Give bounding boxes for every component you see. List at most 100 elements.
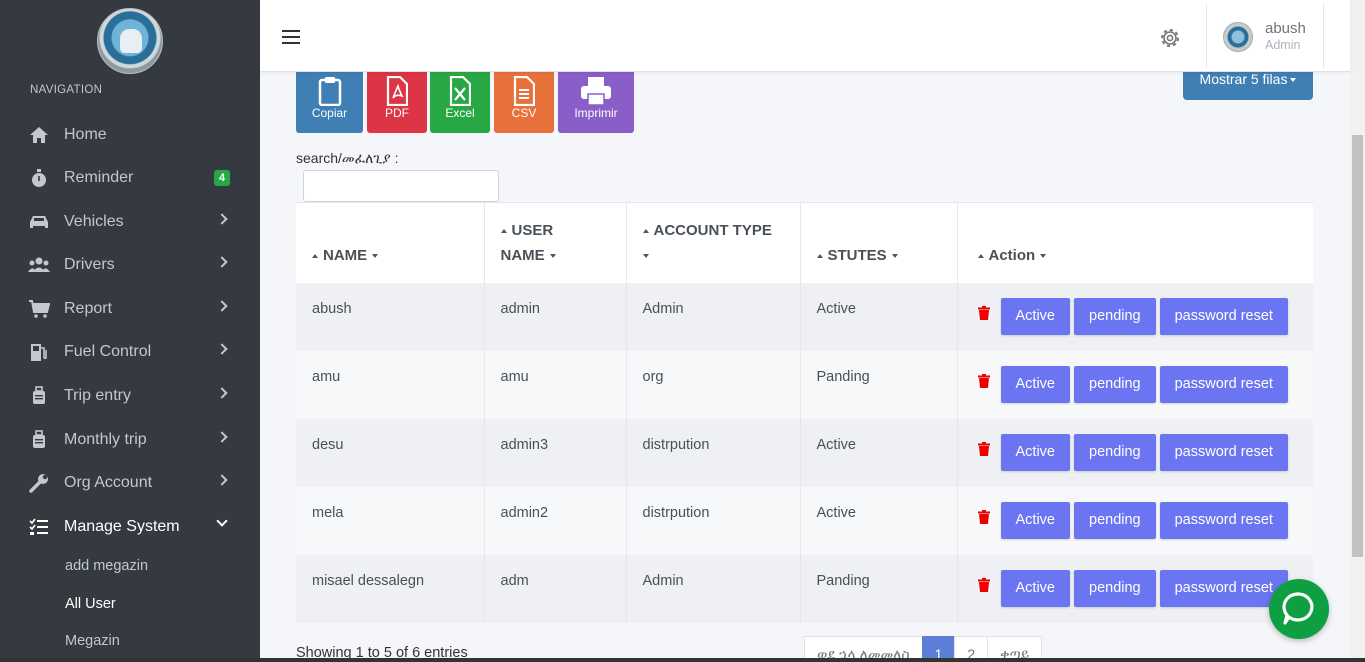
- sidebar-item-label: Reminder: [64, 169, 134, 186]
- password-reset-button[interactable]: password reset: [1159, 365, 1288, 403]
- gear-icon[interactable]: [1158, 26, 1182, 50]
- rows-per-page-label: Mostrar 5 filas: [1199, 71, 1288, 87]
- sidebar-item-report[interactable]: Report: [0, 289, 260, 329]
- chevron-right-icon: [216, 213, 228, 225]
- sidebar-subitem-all-user[interactable]: All User: [65, 596, 116, 612]
- activate-button[interactable]: Active: [1000, 297, 1070, 335]
- sidebar-item-label: Manage System: [64, 518, 180, 535]
- cell-name: amu: [296, 350, 485, 419]
- column-header-status[interactable]: STUTES: [800, 202, 958, 283]
- copy-button[interactable]: Copiar: [296, 70, 363, 133]
- chevron-down-icon: [216, 515, 228, 527]
- org-logo: [97, 8, 163, 74]
- chat-widget-button[interactable]: [1269, 579, 1329, 639]
- column-header-account-type[interactable]: ACCOUNT TYPE: [626, 202, 801, 283]
- pending-button[interactable]: pending: [1074, 501, 1156, 539]
- cell-name: abush: [296, 282, 485, 351]
- sidebar-item-home[interactable]: Home: [0, 115, 260, 155]
- cell-actions: Active pending password reset: [957, 418, 1313, 487]
- cell-account-type: distrpution: [626, 418, 801, 487]
- user-name: abush: [1265, 20, 1306, 37]
- password-reset-button[interactable]: password reset: [1159, 297, 1288, 335]
- sidebar-item-org-account[interactable]: Org Account: [0, 463, 260, 503]
- csv-label: CSV: [511, 106, 537, 120]
- user-menu[interactable]: abush Admin: [1206, 4, 1324, 68]
- user-role: Admin: [1265, 38, 1301, 52]
- users-table: NAME USER NAME ACCOUNT TYPE STUTES Action…: [296, 202, 1313, 623]
- csv-button[interactable]: CSV: [494, 70, 554, 133]
- topbar: abush Admin: [260, 0, 1350, 72]
- cell-account-type: distrpution: [626, 486, 801, 555]
- pending-button[interactable]: pending: [1074, 297, 1156, 335]
- sidebar-item-label: Vehicles: [64, 213, 124, 230]
- cell-name: mela: [296, 486, 485, 555]
- chat-bubble-icon: [1282, 592, 1314, 625]
- sort-desc-icon: [372, 253, 379, 258]
- table-row: mela admin2 distrpution Active Active pending…: [296, 486, 1313, 555]
- sidebar-item-fuel-control[interactable]: Fuel Control: [0, 332, 260, 372]
- sidebar-item-vehicles[interactable]: Vehicles: [0, 202, 260, 242]
- sort-asc-icon: [312, 253, 318, 258]
- trash-icon[interactable]: [977, 509, 990, 524]
- sidebar-item-manage-system[interactable]: Manage System: [0, 507, 260, 547]
- activate-button[interactable]: Active: [1000, 365, 1070, 403]
- pending-button[interactable]: pending: [1074, 569, 1156, 607]
- sidebar-item-reminder[interactable]: Reminder 4: [0, 158, 260, 198]
- rows-per-page-dropdown[interactable]: Mostrar 5 filas: [1183, 70, 1313, 100]
- pending-button[interactable]: pending: [1074, 433, 1156, 471]
- pdf-button[interactable]: PDF: [367, 70, 427, 133]
- chevron-right-icon: [216, 431, 228, 443]
- sidebar-item-trip-entry[interactable]: Trip entry: [0, 376, 260, 416]
- trash-icon[interactable]: [977, 305, 990, 320]
- trash-icon[interactable]: [977, 577, 990, 592]
- suitcase-icon: [28, 385, 50, 407]
- suitcase-icon: [28, 429, 50, 451]
- column-header-action[interactable]: Action: [957, 202, 1313, 283]
- search-input[interactable]: [303, 170, 499, 202]
- sidebar-item-label: Drivers: [64, 256, 115, 273]
- scrollbar-thumb[interactable]: [1352, 135, 1363, 557]
- cell-actions: Active pending password reset: [957, 350, 1313, 419]
- sidebar-subitem-megazin[interactable]: Megazin: [65, 633, 120, 649]
- print-button[interactable]: Imprimir: [558, 70, 634, 133]
- cell-user-name: amu: [484, 350, 627, 419]
- cell-actions: Active pending password reset: [957, 282, 1313, 351]
- cell-account-type: Admin: [626, 282, 801, 351]
- sidebar-item-label: Trip entry: [64, 387, 131, 404]
- cell-account-type: org: [626, 350, 801, 419]
- sidebar-item-drivers[interactable]: Drivers: [0, 245, 260, 285]
- print-icon: [558, 76, 634, 106]
- cell-name: desu: [296, 418, 485, 487]
- sidebar-subitem-add-megazin[interactable]: add megazin: [65, 558, 148, 574]
- sort-asc-icon: [500, 228, 507, 233]
- menu-toggle-icon[interactable]: [282, 30, 300, 44]
- table-row: desu admin3 distrpution Active Active pending…: [296, 418, 1313, 487]
- sidebar-item-label: Org Account: [64, 474, 153, 491]
- pending-button[interactable]: pending: [1074, 365, 1156, 403]
- column-header-user-name[interactable]: USER NAME: [484, 202, 627, 283]
- file-pdf-icon: [367, 76, 427, 106]
- password-reset-button[interactable]: password reset: [1159, 433, 1288, 471]
- sidebar-item-monthly-trip[interactable]: Monthly trip: [0, 420, 260, 460]
- column-header-name[interactable]: NAME: [296, 202, 485, 283]
- cell-user-name: admin: [484, 282, 627, 351]
- home-icon: [28, 124, 50, 146]
- avatar: [1223, 22, 1253, 52]
- cell-name: misael dessalegn: [296, 554, 485, 623]
- sidebar-item-label: Home: [64, 126, 107, 143]
- password-reset-button[interactable]: password reset: [1159, 501, 1288, 539]
- users-icon: [28, 254, 50, 276]
- trash-icon[interactable]: [977, 373, 990, 388]
- activate-button[interactable]: Active: [1000, 501, 1070, 539]
- table-row: amu amu org Panding Active pending password re…: [296, 350, 1313, 419]
- chevron-right-icon: [216, 387, 228, 399]
- sort-desc-icon: [891, 253, 898, 258]
- car-icon: [28, 211, 50, 233]
- excel-button[interactable]: Excel: [430, 70, 490, 133]
- chevron-right-icon: [216, 343, 228, 355]
- cell-status: Active: [800, 486, 958, 555]
- tasks-icon: [28, 516, 50, 538]
- activate-button[interactable]: Active: [1000, 569, 1070, 607]
- activate-button[interactable]: Active: [1000, 433, 1070, 471]
- trash-icon[interactable]: [977, 441, 990, 456]
